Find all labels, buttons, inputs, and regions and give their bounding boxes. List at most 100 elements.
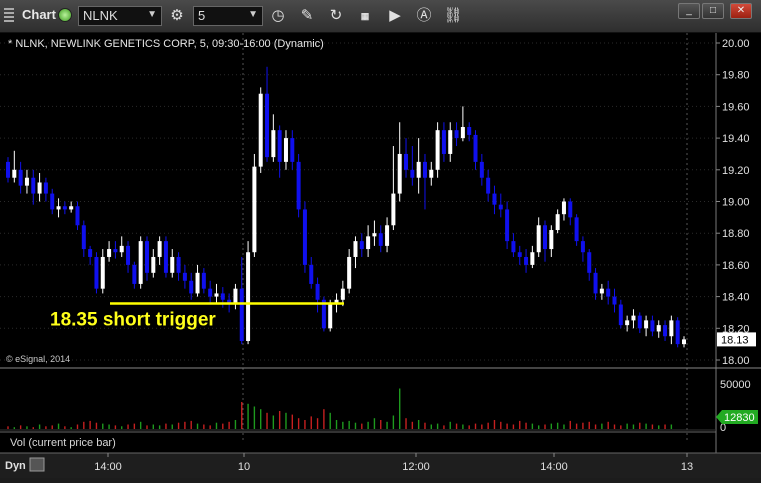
price-tick-label: 19.60 xyxy=(722,101,750,113)
volume-bars xyxy=(7,388,673,429)
candle-body xyxy=(353,241,358,257)
volume-last-value: 12830 xyxy=(724,412,755,424)
candle-body xyxy=(543,225,548,250)
candle-body xyxy=(682,339,686,345)
pencil-icon[interactable]: ✎ xyxy=(296,5,318,27)
candle-body xyxy=(107,249,112,257)
status-dot-icon xyxy=(58,8,72,22)
candle-body xyxy=(265,93,270,158)
link-icon[interactable]: ⛓ xyxy=(442,5,464,27)
candle-body xyxy=(157,241,162,257)
candle-body xyxy=(416,161,421,178)
candle-body xyxy=(195,272,200,294)
clock-icon[interactable]: ◷ xyxy=(267,5,289,27)
candle-body xyxy=(75,206,80,226)
price-axis[interactable]: 20.00 19.80 19.60 19.40 19.20 19.00 18.80 18.60… xyxy=(716,38,750,367)
drag-grip-icon[interactable] xyxy=(4,8,14,22)
candle-body xyxy=(271,130,276,158)
close-button[interactable]: ✕ xyxy=(730,3,752,19)
price-tick-label: 19.00 xyxy=(722,197,750,209)
candle-body xyxy=(246,252,251,341)
candle-body xyxy=(182,272,187,281)
candle-body xyxy=(435,130,440,170)
dyn-toggle-icon[interactable] xyxy=(29,457,45,472)
candle-body xyxy=(56,206,61,210)
candle-body xyxy=(663,325,668,337)
candle-body xyxy=(454,130,459,139)
candle-body xyxy=(467,127,472,135)
candle-body xyxy=(675,320,680,345)
candle-body xyxy=(511,241,516,253)
candle-body xyxy=(422,161,427,178)
candle-body xyxy=(6,161,10,178)
candle-body xyxy=(441,130,446,154)
candle-body xyxy=(12,169,17,178)
price-tick-label: 18.40 xyxy=(722,292,750,304)
maximize-button[interactable]: □ xyxy=(702,3,724,19)
chart-area[interactable]: * NLNK, NEWLINK GENETICS CORP, 5, 09:30-… xyxy=(0,33,761,478)
candle-body xyxy=(397,153,402,194)
toolbar: Chart NLNK ▼ ⚙ 5 ▼ ◷ ✎ ↻ ▦ ▶ Ⓐ ⛓ _ □ ✕ xyxy=(0,0,761,33)
candle-body xyxy=(650,320,655,332)
candle-body xyxy=(561,201,566,215)
interval-value: 5 xyxy=(198,8,206,23)
last-price-tag: 18.13 xyxy=(717,332,756,347)
minimize-button[interactable]: _ xyxy=(678,3,700,19)
chart-title-tab[interactable]: Chart xyxy=(0,3,74,27)
candle-body xyxy=(252,166,257,253)
volume-last-tag: 12830 xyxy=(716,410,758,424)
time-tick-label: 10 xyxy=(238,461,250,473)
candle-body xyxy=(644,320,649,329)
candle-body xyxy=(479,161,484,178)
price-tick-label: 18.80 xyxy=(722,228,750,240)
candle-body xyxy=(189,280,194,294)
price-tick-label: 18.60 xyxy=(722,260,750,272)
candle-body xyxy=(214,293,219,297)
chart-svg[interactable]: * NLNK, NEWLINK GENETICS CORP, 5, 09:30-… xyxy=(0,33,761,478)
candle-body xyxy=(258,93,263,167)
candle-body xyxy=(309,264,314,284)
candle-body xyxy=(69,206,74,210)
last-price-value: 18.13 xyxy=(721,334,749,346)
candle-body xyxy=(656,325,661,332)
candle-body xyxy=(593,272,598,294)
refresh-icon[interactable]: ↻ xyxy=(325,5,347,27)
volume-tick: 50000 xyxy=(720,379,751,391)
candle-body xyxy=(530,252,535,265)
chevron-down-icon[interactable]: ▼ xyxy=(147,9,157,20)
alert-icon[interactable]: Ⓐ xyxy=(413,5,435,27)
candle-body xyxy=(50,193,55,210)
candle-body xyxy=(568,201,573,218)
play-icon[interactable]: ▶ xyxy=(384,5,406,27)
copyright-text: © eSignal, 2014 xyxy=(6,354,70,364)
candle-body xyxy=(126,245,131,265)
candle-body xyxy=(283,138,288,162)
candle-body xyxy=(385,225,390,246)
candle-body xyxy=(62,206,67,210)
symbol-value: NLNK xyxy=(83,8,118,23)
candle-body xyxy=(151,256,156,273)
candle-body xyxy=(119,245,124,253)
candle-body xyxy=(81,225,86,250)
price-tick-label: 19.80 xyxy=(722,70,750,82)
interval-input[interactable]: 5 ▼ xyxy=(193,6,263,26)
candle-body xyxy=(378,233,383,246)
candle-body xyxy=(555,214,560,231)
candle-body xyxy=(498,204,503,210)
candle-body xyxy=(340,288,345,300)
price-tick-label: 18.00 xyxy=(722,355,750,367)
candle-body xyxy=(492,193,497,205)
candle-body xyxy=(24,177,29,186)
time-tick-label: 14:00 xyxy=(540,461,568,473)
candle-body xyxy=(347,256,352,289)
chevron-down-icon[interactable]: ▼ xyxy=(248,9,258,20)
candle-body xyxy=(618,304,623,326)
study-icon[interactable]: ▦ xyxy=(354,5,376,27)
candle-body xyxy=(31,177,36,194)
symbol-input[interactable]: NLNK ▼ xyxy=(78,6,162,26)
time-tick-label: 12:00 xyxy=(402,461,430,473)
candle-body xyxy=(637,315,642,329)
candle-body xyxy=(669,320,674,337)
link-gear-icon[interactable]: ⚙ xyxy=(166,5,188,27)
candle-body xyxy=(587,252,592,273)
